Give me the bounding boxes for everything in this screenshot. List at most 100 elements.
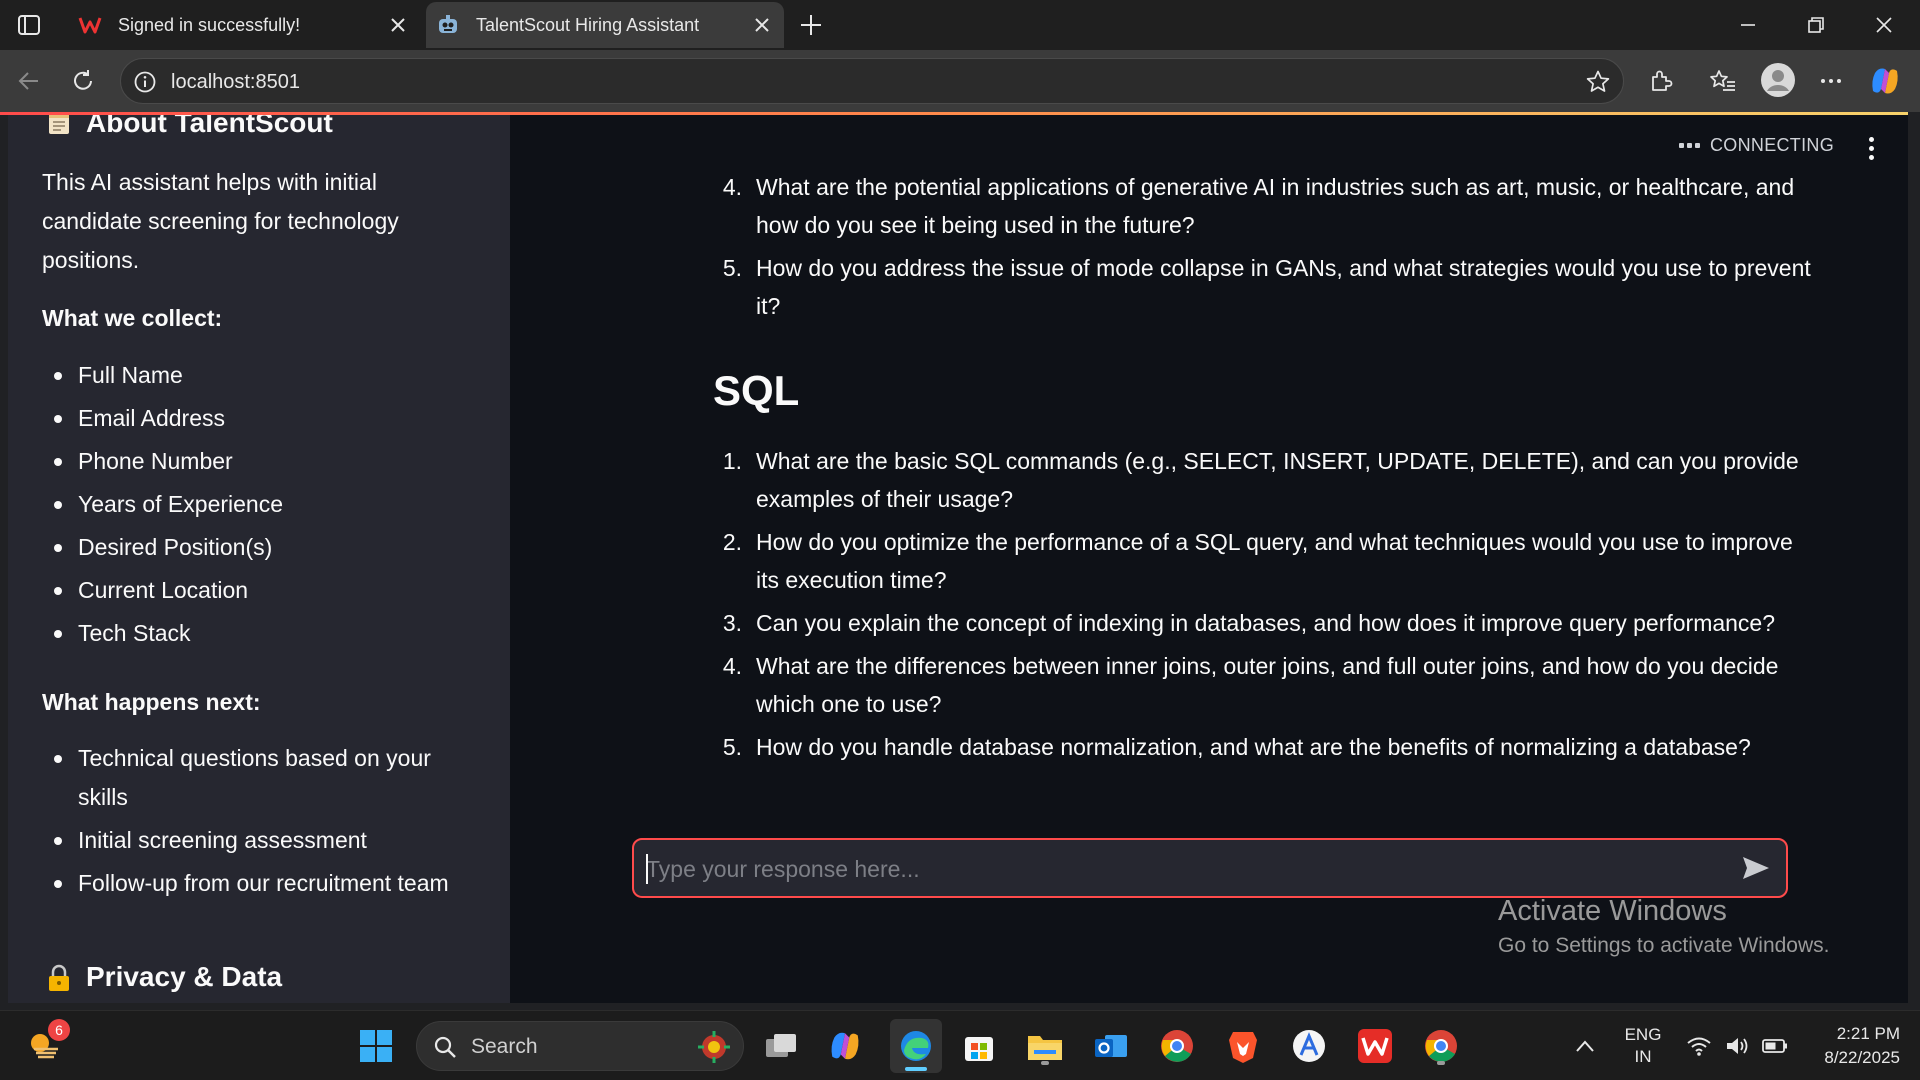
browser-toolbar: localhost:8501 bbox=[0, 50, 1920, 112]
system-tray-icons[interactable] bbox=[1682, 1011, 1792, 1080]
weather-widget[interactable]: 6 bbox=[24, 1019, 70, 1067]
close-icon[interactable] bbox=[384, 11, 412, 39]
minimize-button[interactable] bbox=[1728, 8, 1768, 42]
url-text[interactable]: localhost:8501 bbox=[171, 71, 300, 94]
search-label: Search bbox=[471, 1035, 538, 1058]
address-bar[interactable]: localhost:8501 bbox=[120, 58, 1624, 104]
reload-button[interactable] bbox=[66, 64, 100, 98]
show-hidden-icons-button[interactable] bbox=[1564, 1025, 1606, 1067]
question-text: How do you handle database normalization… bbox=[756, 734, 1751, 760]
status-label: CONNECTING bbox=[1710, 135, 1834, 155]
list-item: 3. Can you explain the concept of indexi… bbox=[712, 604, 1812, 642]
list-item: 5. How do you address the issue of mode … bbox=[712, 249, 1812, 325]
list-item: Tech Stack bbox=[42, 614, 482, 653]
app-store-a-button[interactable] bbox=[1288, 1025, 1330, 1067]
wps-office-button[interactable] bbox=[1354, 1025, 1396, 1067]
active-indicator bbox=[905, 1067, 927, 1071]
question-text: Can you explain the concept of indexing … bbox=[756, 610, 1776, 636]
collect-heading: What we collect: bbox=[42, 305, 223, 331]
tab-title: TalentScout Hiring Assistant bbox=[476, 14, 700, 35]
question-text: What are the basic SQL commands (e.g., S… bbox=[756, 448, 1799, 512]
close-window-button[interactable] bbox=[1864, 8, 1904, 42]
sidebar: About TalentScout This AI assistant help… bbox=[8, 115, 510, 1003]
chrome-profile-button[interactable] bbox=[1420, 1025, 1462, 1067]
privacy-heading: Privacy & Data bbox=[46, 961, 282, 993]
question-text: What are the differences between inner j… bbox=[756, 653, 1779, 717]
sql-questions-list: 1. What are the basic SQL commands (e.g.… bbox=[712, 442, 1812, 766]
question-number: 2. bbox=[722, 529, 742, 555]
lock-icon bbox=[46, 964, 72, 991]
copilot-icon bbox=[831, 1032, 859, 1060]
watermark-subtitle: Go to Settings to activate Windows. bbox=[1498, 934, 1830, 957]
list-item: Desired Position(s) bbox=[42, 528, 482, 567]
next-heading: What happens next: bbox=[42, 689, 261, 715]
browser-tab-signed-in[interactable]: Signed in successfully! bbox=[68, 2, 420, 48]
main-menu-button[interactable] bbox=[1858, 133, 1884, 163]
about-description: This AI assistant helps with initial can… bbox=[42, 169, 399, 273]
question-number: 5. bbox=[722, 255, 742, 281]
send-button[interactable] bbox=[1740, 853, 1772, 883]
reload-icon bbox=[74, 70, 92, 90]
more-menu-button[interactable] bbox=[1814, 64, 1848, 98]
outlook-button[interactable] bbox=[1090, 1025, 1132, 1067]
running-indicator bbox=[1041, 1061, 1049, 1065]
outlook-icon bbox=[1095, 1035, 1127, 1057]
favorite-star-icon[interactable] bbox=[1585, 69, 1611, 95]
chrome-button[interactable] bbox=[1156, 1025, 1198, 1067]
avatar-icon bbox=[1761, 63, 1795, 97]
send-icon bbox=[1743, 857, 1769, 879]
chrome-icon bbox=[1161, 1030, 1193, 1062]
question-number: 4. bbox=[722, 174, 742, 200]
robot-icon bbox=[436, 13, 460, 37]
store-button[interactable] bbox=[958, 1025, 1000, 1067]
region-code: IN bbox=[1634, 1047, 1652, 1066]
site-info-icon[interactable] bbox=[133, 70, 157, 94]
list-item: 5. How do you handle database normalizat… bbox=[712, 728, 1812, 766]
chrome-icon bbox=[1425, 1030, 1457, 1062]
list-item: Full Name bbox=[42, 356, 482, 395]
clock[interactable]: 2:21 PM 8/22/2025 bbox=[1800, 1011, 1900, 1080]
task-view-button[interactable] bbox=[760, 1025, 802, 1067]
clock-date: 8/22/2025 bbox=[1824, 1048, 1900, 1067]
favorites-button[interactable] bbox=[1706, 64, 1740, 98]
language-indicator[interactable]: ENG IN bbox=[1618, 1011, 1668, 1080]
copilot-taskbar-button[interactable] bbox=[824, 1025, 866, 1067]
new-tab-button[interactable] bbox=[796, 10, 826, 40]
brave-button[interactable] bbox=[1222, 1025, 1264, 1067]
back-button[interactable] bbox=[12, 64, 46, 98]
battery-icon bbox=[1762, 1039, 1787, 1053]
profile-avatar[interactable] bbox=[1758, 60, 1798, 100]
main-content: CONNECTING 4. What are the potential app… bbox=[510, 115, 1908, 1003]
next-list: Technical questions based on your skills… bbox=[42, 739, 462, 903]
store-icon bbox=[965, 1037, 993, 1061]
previous-questions-list: 4. What are the potential applications o… bbox=[712, 168, 1812, 325]
file-explorer-button[interactable] bbox=[1024, 1025, 1066, 1067]
list-item: 1. What are the basic SQL commands (e.g.… bbox=[712, 442, 1812, 518]
plus-icon bbox=[801, 15, 821, 35]
start-button[interactable] bbox=[355, 1025, 397, 1067]
list-item: Technical questions based on your skills bbox=[42, 739, 462, 817]
list-item: 4. What are the potential applications o… bbox=[712, 168, 1812, 244]
question-text: How do you address the issue of mode col… bbox=[756, 255, 1811, 319]
restore-button[interactable] bbox=[1796, 8, 1836, 42]
clock-time: 2:21 PM bbox=[1836, 1024, 1900, 1043]
chat-input[interactable] bbox=[646, 848, 1726, 890]
browser-tab-talentscout[interactable]: TalentScout Hiring Assistant bbox=[426, 2, 784, 48]
close-icon[interactable] bbox=[748, 11, 776, 39]
task-view-icon bbox=[766, 1034, 796, 1057]
tab-title: Signed in successfully! bbox=[118, 14, 301, 35]
streamlit-app: About TalentScout This AI assistant help… bbox=[8, 115, 1908, 1003]
search-highlight-icon bbox=[695, 1028, 733, 1066]
about-heading: About TalentScout bbox=[46, 115, 333, 139]
chat-input-box[interactable] bbox=[632, 838, 1788, 898]
tab-actions-icon[interactable] bbox=[16, 12, 42, 38]
wps-logo-icon bbox=[78, 13, 102, 37]
question-text: What are the potential applications of g… bbox=[756, 174, 1795, 238]
copilot-button[interactable] bbox=[1868, 64, 1902, 98]
edge-taskbar-button[interactable] bbox=[890, 1019, 942, 1073]
running-indicator bbox=[1437, 1061, 1445, 1065]
extensions-button[interactable] bbox=[1644, 64, 1678, 98]
taskbar-search[interactable]: Search bbox=[416, 1021, 744, 1071]
question-number: 3. bbox=[722, 610, 742, 636]
brave-lion-icon bbox=[1229, 1032, 1257, 1063]
